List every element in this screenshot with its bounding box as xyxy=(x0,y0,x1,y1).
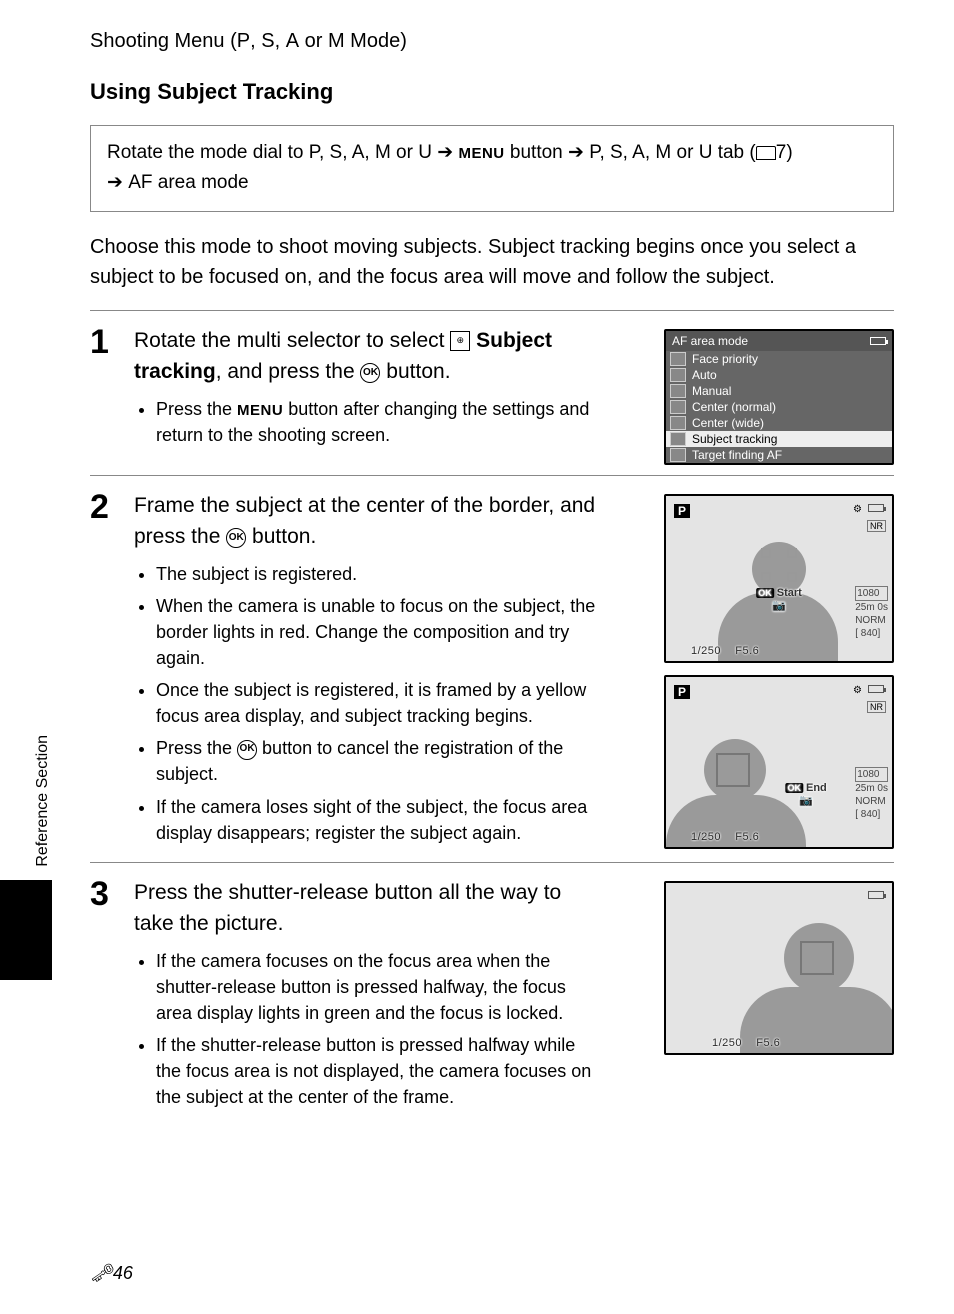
ok-button-icon: OK xyxy=(237,740,257,760)
page-number: 🗝46 xyxy=(90,1263,133,1284)
battery-icon xyxy=(870,337,886,345)
tracking-frame-icon xyxy=(716,753,750,787)
menu-item-label: Center (normal) xyxy=(692,400,776,414)
af-mode-icon xyxy=(670,448,686,462)
mode-badge: P xyxy=(674,685,690,699)
book-icon xyxy=(756,143,776,163)
step2-bullet: When the camera is unable to focus on th… xyxy=(156,593,602,671)
lcd-shoot-screenshot: 1/250 F5.6 xyxy=(664,881,894,1055)
menu-button-label: MENU xyxy=(458,145,504,162)
menu-item-label: Subject tracking xyxy=(692,432,777,446)
ok-button-icon: OK xyxy=(226,528,246,548)
navigation-path-box: Rotate the mode dial to P, S, A, M or U … xyxy=(90,125,894,212)
menu-item-label: Auto xyxy=(692,368,717,382)
step3-bullet: If the shutter-release button is pressed… xyxy=(156,1032,602,1110)
battery-icon xyxy=(868,504,884,512)
ok-button-icon: OK xyxy=(360,363,380,383)
menu-item: Target finding AF xyxy=(666,447,892,463)
step2-bullet: If the camera loses sight of the subject… xyxy=(156,794,602,846)
intro-paragraph: Choose this mode to shoot moving subject… xyxy=(90,232,894,292)
lcd-end-screenshot: P ⚙ NR OK End 📷 1080 25m 0s xyxy=(664,675,894,849)
af-area-menu-screenshot: AF area mode Face priority Auto Manual Cent… xyxy=(664,329,894,465)
mode-badge: P xyxy=(674,504,690,518)
battery-icon xyxy=(868,685,884,693)
af-mode-icon xyxy=(670,352,686,366)
page-title: Using Subject Tracking xyxy=(90,79,894,105)
menu-item: Auto xyxy=(666,367,892,383)
menu-item: Face priority xyxy=(666,351,892,367)
af-mode-icon xyxy=(670,400,686,414)
nr-badge: NR xyxy=(867,520,886,532)
subject-tracking-icon: ⊕ xyxy=(450,331,470,351)
step-1: 1 Rotate the multi selector to select ⊕ … xyxy=(90,310,894,465)
nr-badge: NR xyxy=(867,701,886,713)
step1-bullet: Press the MENU button after changing the… xyxy=(156,396,602,448)
af-mode-icon xyxy=(670,432,686,446)
side-tab-label: Reference Section xyxy=(34,735,52,867)
tracking-frame-icon xyxy=(800,941,834,975)
menu-item-label: Center (wide) xyxy=(692,416,764,430)
step-3: 3 Press the shutter-release button all t… xyxy=(90,862,894,1117)
step-number: 1 xyxy=(90,325,120,465)
menu-item: Subject tracking xyxy=(666,431,892,447)
menu-item-label: Target finding AF xyxy=(692,448,782,462)
step3-bullet: If the camera focuses on the focus area … xyxy=(156,948,602,1026)
menu-title: AF area mode xyxy=(672,334,748,348)
af-mode-icon xyxy=(670,368,686,382)
battery-icon xyxy=(868,891,884,899)
lcd-start-screenshot: P ⚙ NR OK Start 📷 xyxy=(664,494,894,663)
step-2: 2 Frame the subject at the center of the… xyxy=(90,475,894,852)
menu-item-label: Face priority xyxy=(692,352,758,366)
step-number: 2 xyxy=(90,490,120,852)
step2-bullet: The subject is registered. xyxy=(156,561,602,587)
step2-bullet: Press the OK button to cancel the regist… xyxy=(156,735,602,787)
side-tab-marker xyxy=(0,880,52,980)
menu-item-label: Manual xyxy=(692,384,731,398)
step2-bullet: Once the subject is registered, it is fr… xyxy=(156,677,602,729)
section-header: Shooting Menu (P, S, A or M Mode) xyxy=(90,30,894,53)
af-mode-icon xyxy=(670,416,686,430)
menu-item: Center (wide) xyxy=(666,415,892,431)
step-number: 3 xyxy=(90,877,120,1117)
menu-item: Center (normal) xyxy=(666,399,892,415)
menu-item: Manual xyxy=(666,383,892,399)
gear-icon: ⚙ xyxy=(853,504,862,515)
gear-icon: ⚙ xyxy=(853,685,862,696)
af-mode-icon xyxy=(670,384,686,398)
